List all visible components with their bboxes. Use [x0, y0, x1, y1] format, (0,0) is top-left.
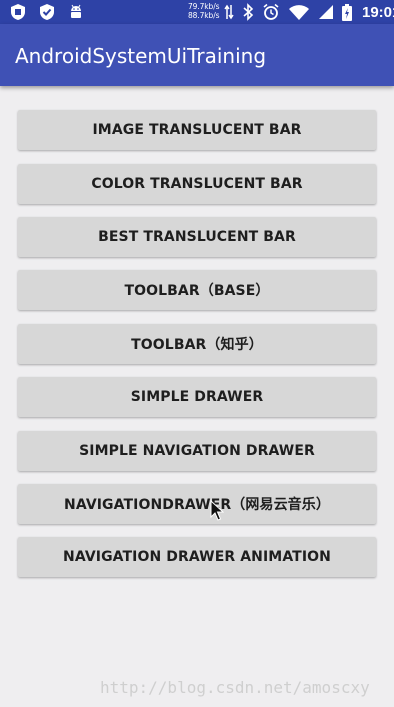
simple-navigation-drawer-button[interactable]: SIMPLE NAVIGATION DRAWER: [18, 431, 376, 471]
shield-check-icon: [40, 4, 54, 20]
simple-drawer-button[interactable]: SIMPLE DRAWER: [18, 377, 376, 417]
shield-icon: [11, 4, 25, 20]
navigation-drawer-netease-button[interactable]: NAVIGATIONDRAWER（网易云音乐）: [18, 484, 376, 524]
wifi-icon: [289, 4, 309, 20]
toolbar-zhihu-button[interactable]: TOOLBAR（知乎）: [18, 324, 376, 364]
net-speed-up: 79.7kb/s: [188, 2, 220, 11]
battery-icon: [342, 3, 352, 21]
best-translucent-bar-button[interactable]: BEST TRANSLUCENT BAR: [18, 217, 376, 257]
mouse-pointer-icon: [210, 500, 224, 521]
network-speed: 79.7kb/s 88.7kb/s: [188, 2, 220, 20]
data-arrows-icon: [224, 4, 234, 20]
android-icon: [71, 4, 81, 18]
bluetooth-icon: [243, 3, 254, 21]
status-clock: 19:01: [362, 3, 394, 21]
status-bar: 79.7kb/s 88.7kb/s 19:01: [0, 0, 394, 24]
signal-icon: [319, 5, 333, 19]
app-bar: AndroidSystemUiTraining: [0, 24, 394, 86]
watermark: http://blog.csdn.net/amoscxy: [100, 678, 370, 697]
image-translucent-bar-button[interactable]: IMAGE TRANSLUCENT BAR: [18, 110, 376, 150]
toolbar-base-button[interactable]: TOOLBAR（BASE）: [18, 270, 376, 310]
app-title: AndroidSystemUiTraining: [15, 44, 267, 68]
color-translucent-bar-button[interactable]: COLOR TRANSLUCENT BAR: [18, 164, 376, 204]
alarm-icon: [263, 3, 279, 20]
net-speed-down: 88.7kb/s: [188, 11, 220, 20]
navigation-drawer-animation-button[interactable]: NAVIGATION DRAWER ANIMATION: [18, 537, 376, 577]
